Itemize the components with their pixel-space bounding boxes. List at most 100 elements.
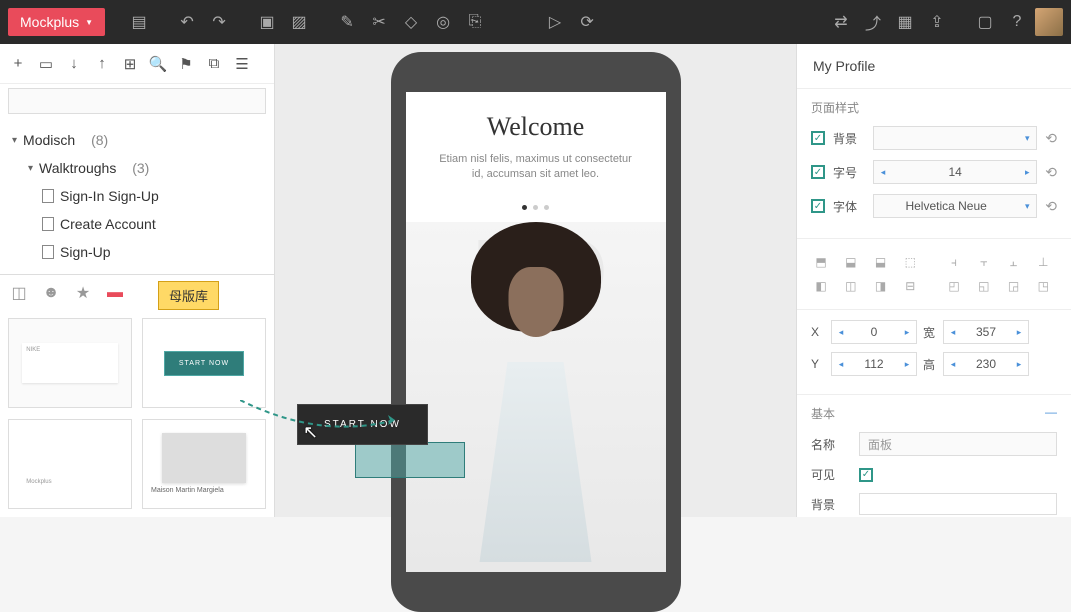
- y-input[interactable]: ◂112▸: [831, 352, 917, 376]
- align-top-icon[interactable]: ⬒: [811, 253, 831, 271]
- favorites-tab[interactable]: ★: [72, 282, 94, 304]
- upload-icon[interactable]: ⇪: [923, 8, 951, 36]
- arrange3-icon[interactable]: ◲: [1004, 277, 1024, 295]
- master-thumb-start-now[interactable]: START NOW: [142, 318, 266, 408]
- master-thumb[interactable]: Mockplus: [8, 419, 132, 509]
- refresh-icon[interactable]: ⟳: [573, 8, 601, 36]
- hero-image: MO: [406, 222, 666, 572]
- help-icon[interactable]: ?: [1003, 8, 1031, 36]
- fontsize-input[interactable]: ◂14▸: [873, 160, 1037, 184]
- redo-icon[interactable]: ↷: [205, 8, 233, 36]
- align-hcenter-icon[interactable]: ◫: [841, 277, 861, 295]
- wand-icon[interactable]: ✎: [333, 8, 361, 36]
- master-thumb[interactable]: NIKE: [8, 318, 132, 408]
- font-checkbox[interactable]: ✓: [811, 199, 825, 213]
- eraser-icon[interactable]: ◇: [397, 8, 425, 36]
- add-page-icon[interactable]: +: [8, 54, 28, 74]
- page-item[interactable]: Create Account: [0, 210, 274, 238]
- chevron-down-icon: ▾: [28, 163, 33, 174]
- align-vcenter-icon[interactable]: ⬓: [841, 253, 861, 271]
- sort-down-icon[interactable]: ↓: [64, 54, 84, 74]
- page-style-heading: 页面样式: [811, 99, 1057, 116]
- masters-tab[interactable]: ▬: [104, 282, 126, 304]
- fontsize-label: 字号: [833, 164, 865, 181]
- list-icon[interactable]: ☰: [232, 54, 252, 74]
- link-icon[interactable]: ⇄: [827, 8, 855, 36]
- device-icon[interactable]: ▢: [971, 8, 999, 36]
- master-thumb[interactable]: Maison Martin Margiela: [142, 419, 266, 509]
- arrange4-icon[interactable]: ◳: [1033, 277, 1053, 295]
- x-input[interactable]: ◂0▸: [831, 320, 917, 344]
- project-root[interactable]: ▾ Modisch (8): [0, 126, 274, 154]
- ungroup-icon[interactable]: ▨: [285, 8, 313, 36]
- align-left-icon[interactable]: ◧: [811, 277, 831, 295]
- spacing-icon[interactable]: ⫠: [1004, 253, 1024, 271]
- sitemap-icon[interactable]: ⊞: [120, 54, 140, 74]
- page-icon: [42, 245, 54, 259]
- reset-icon[interactable]: ⟲: [1045, 198, 1057, 215]
- page-dots: [406, 197, 666, 215]
- icons-tab[interactable]: ☻: [40, 282, 62, 304]
- h-label: 高: [923, 356, 937, 373]
- canvas-area[interactable]: Welcome Etiam nisl felis, maximus ut con…: [275, 44, 796, 517]
- save-icon[interactable]: ▤: [125, 8, 153, 36]
- sort-up-icon[interactable]: ↑: [92, 54, 112, 74]
- group-icon[interactable]: ▣: [253, 8, 281, 36]
- distribute-icon[interactable]: ⊟: [900, 277, 920, 295]
- bg-color-input[interactable]: ▾: [873, 126, 1037, 150]
- undo-icon[interactable]: ↶: [173, 8, 201, 36]
- selection-box[interactable]: [355, 442, 465, 478]
- duplicate-icon[interactable]: ⧉: [204, 54, 224, 74]
- phone-screen[interactable]: Welcome Etiam nisl felis, maximus ut con…: [406, 92, 666, 572]
- fontsize-checkbox[interactable]: ✓: [811, 165, 825, 179]
- font-label: 字体: [833, 198, 865, 215]
- page-item[interactable]: Sign-In Sign-Up: [0, 182, 274, 210]
- page-icon: [42, 217, 54, 231]
- bg-label: 背景: [833, 130, 865, 147]
- dropdown-icon[interactable]: ▾: [1018, 195, 1036, 217]
- visible-checkbox[interactable]: ✓: [859, 468, 873, 482]
- folder-icon[interactable]: ▭: [36, 54, 56, 74]
- align-stretch-icon[interactable]: ⬚: [900, 253, 920, 271]
- crop-icon[interactable]: ✂: [365, 8, 393, 36]
- arrange-icon[interactable]: ◰: [944, 277, 964, 295]
- search-icon[interactable]: 🔍: [148, 54, 168, 74]
- size-icon[interactable]: ⊥: [1033, 253, 1053, 271]
- components-tab[interactable]: ◫: [8, 282, 30, 304]
- left-panel: + ▭ ↓ ↑ ⊞ 🔍 ⚑ ⧉ ☰ ▾ Modisch (8) ▾ Walktr…: [0, 44, 275, 517]
- reset-icon[interactable]: ⟲: [1045, 130, 1057, 147]
- page-item[interactable]: Sign-Up: [0, 238, 274, 266]
- flag-icon[interactable]: ⚑: [176, 54, 196, 74]
- arrange2-icon[interactable]: ◱: [974, 277, 994, 295]
- play-icon[interactable]: ▷: [541, 8, 569, 36]
- collapse-icon[interactable]: —: [1045, 405, 1057, 419]
- align-right-icon[interactable]: ◨: [871, 277, 891, 295]
- app-menu-button[interactable]: Mockplus: [8, 8, 105, 36]
- export-icon[interactable]: ⎘: [461, 8, 489, 36]
- h-input[interactable]: ◂230▸: [943, 352, 1029, 376]
- properties-panel: My Profile 页面样式 ✓ 背景 ▾ ⟲ ✓ 字号 ◂14▸ ⟲ ✓ 字…: [796, 44, 1071, 517]
- align-bottom-icon[interactable]: ⬓: [871, 253, 891, 271]
- masters-grid: NIKE START NOW Mockplus Maison Martin Ma…: [0, 310, 274, 517]
- name-input[interactable]: [859, 432, 1057, 456]
- reset-icon[interactable]: ⟲: [1045, 164, 1057, 181]
- user-avatar[interactable]: [1035, 8, 1063, 36]
- dropdown-icon[interactable]: ▾: [1018, 127, 1036, 149]
- w-input[interactable]: ◂357▸: [943, 320, 1029, 344]
- page-icon: [42, 189, 54, 203]
- share-icon[interactable]: ⤴: [859, 8, 887, 36]
- cursor-icon: ↖: [303, 422, 318, 443]
- page-search-input[interactable]: [8, 88, 266, 114]
- target-icon[interactable]: ◎: [429, 8, 457, 36]
- dist-v-icon[interactable]: ⫟: [974, 253, 994, 271]
- dist-h-icon[interactable]: ⫞: [944, 253, 964, 271]
- bg-swatch[interactable]: [859, 493, 1057, 515]
- folder-item[interactable]: ▾ Walktroughs (3): [0, 154, 274, 182]
- font-select[interactable]: Helvetica Neue▾: [873, 194, 1037, 218]
- w-label: 宽: [923, 324, 937, 341]
- bg-checkbox[interactable]: ✓: [811, 131, 825, 145]
- decrease-icon[interactable]: ◂: [874, 161, 892, 183]
- qr-icon[interactable]: ▦: [891, 8, 919, 36]
- increase-icon[interactable]: ▸: [1018, 161, 1036, 183]
- page-toolbar: + ▭ ↓ ↑ ⊞ 🔍 ⚑ ⧉ ☰: [0, 44, 274, 84]
